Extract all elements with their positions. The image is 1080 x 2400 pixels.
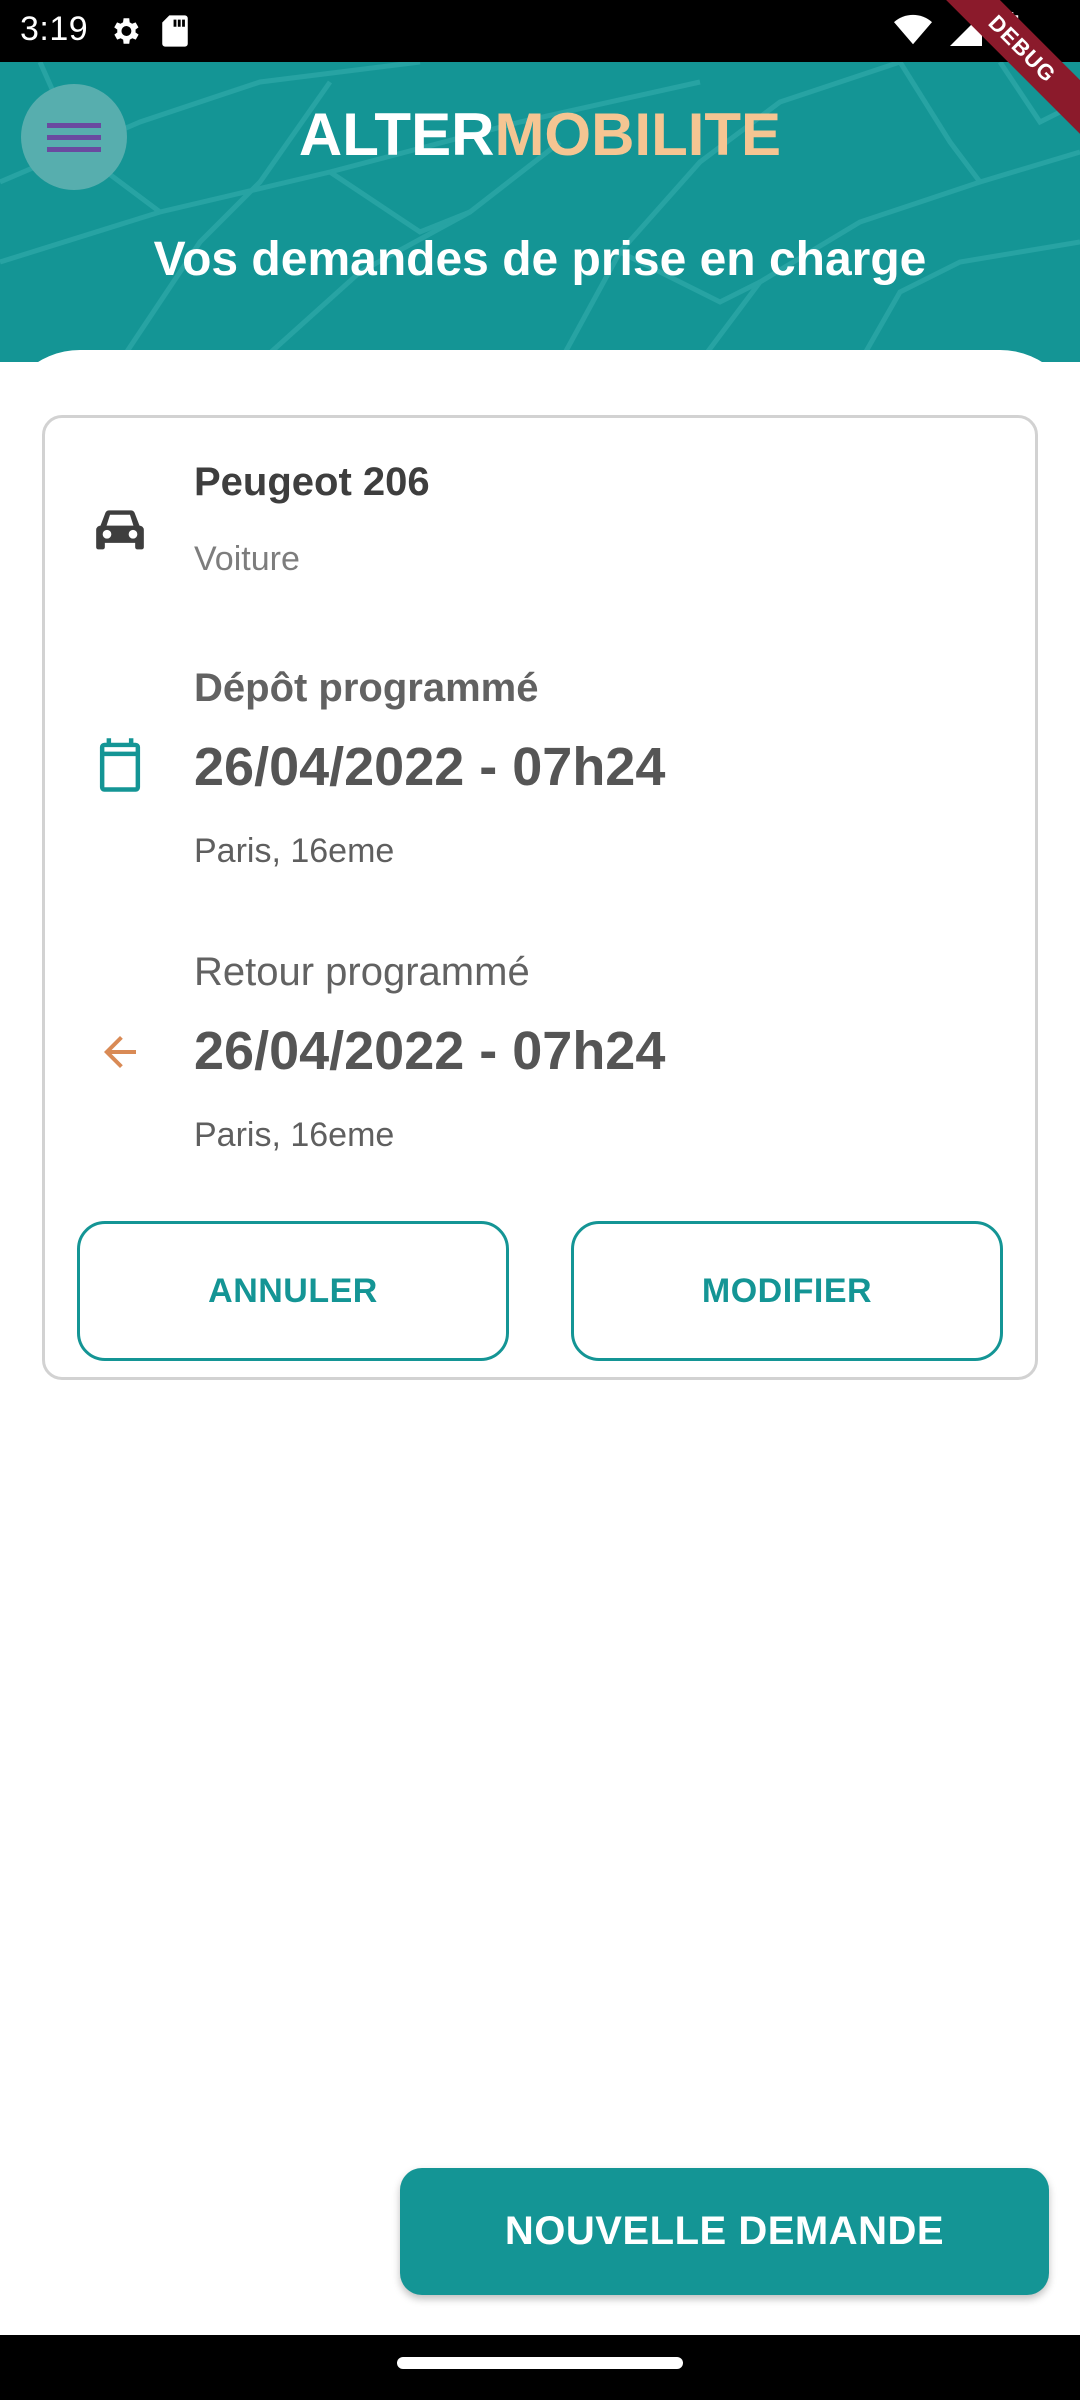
status-time: 3:19	[20, 10, 89, 48]
settings-icon	[108, 14, 142, 53]
home-gesture-handle[interactable]	[397, 2357, 683, 2369]
new-request-button[interactable]: NOUVELLE DEMANDE	[400, 2168, 1049, 2295]
request-card: Peugeot 206 Voiture Dépôt programmé 26/0…	[42, 415, 1038, 1380]
status-bar: 3:19	[0, 0, 1080, 62]
arrow-back-icon	[93, 1025, 147, 1079]
vehicle-name: Peugeot 206	[194, 460, 430, 504]
drop-label: Dépôt programmé	[194, 666, 539, 710]
page-title: Vos demandes de prise en charge	[153, 233, 927, 286]
navigation-bar	[0, 2335, 1080, 2400]
wifi-icon	[894, 14, 932, 51]
car-icon	[93, 504, 147, 558]
return-datetime: 26/04/2022 - 07h24	[194, 1021, 666, 1081]
drop-place: Paris, 16eme	[194, 832, 395, 870]
calendar-icon	[93, 738, 147, 792]
content-sheet: Peugeot 206 Voiture Dépôt programmé 26/0…	[0, 350, 1080, 2335]
brand-name-part2: MOBILITE	[494, 101, 782, 168]
edit-button[interactable]: MODIFIER	[571, 1221, 1003, 1361]
sd-card-icon	[160, 14, 190, 53]
return-label: Retour programmé	[194, 950, 530, 994]
app-logo: ALTERMOBILITE	[0, 100, 1080, 169]
drop-datetime: 26/04/2022 - 07h24	[194, 737, 666, 797]
brand-name-part1: ALTER	[298, 101, 495, 168]
return-place: Paris, 16eme	[194, 1116, 395, 1154]
app-header: ALTERMOBILITE Vos demandes de prise en c…	[0, 62, 1080, 362]
cancel-button[interactable]: ANNULER	[77, 1221, 509, 1361]
vehicle-type: Voiture	[194, 540, 300, 578]
